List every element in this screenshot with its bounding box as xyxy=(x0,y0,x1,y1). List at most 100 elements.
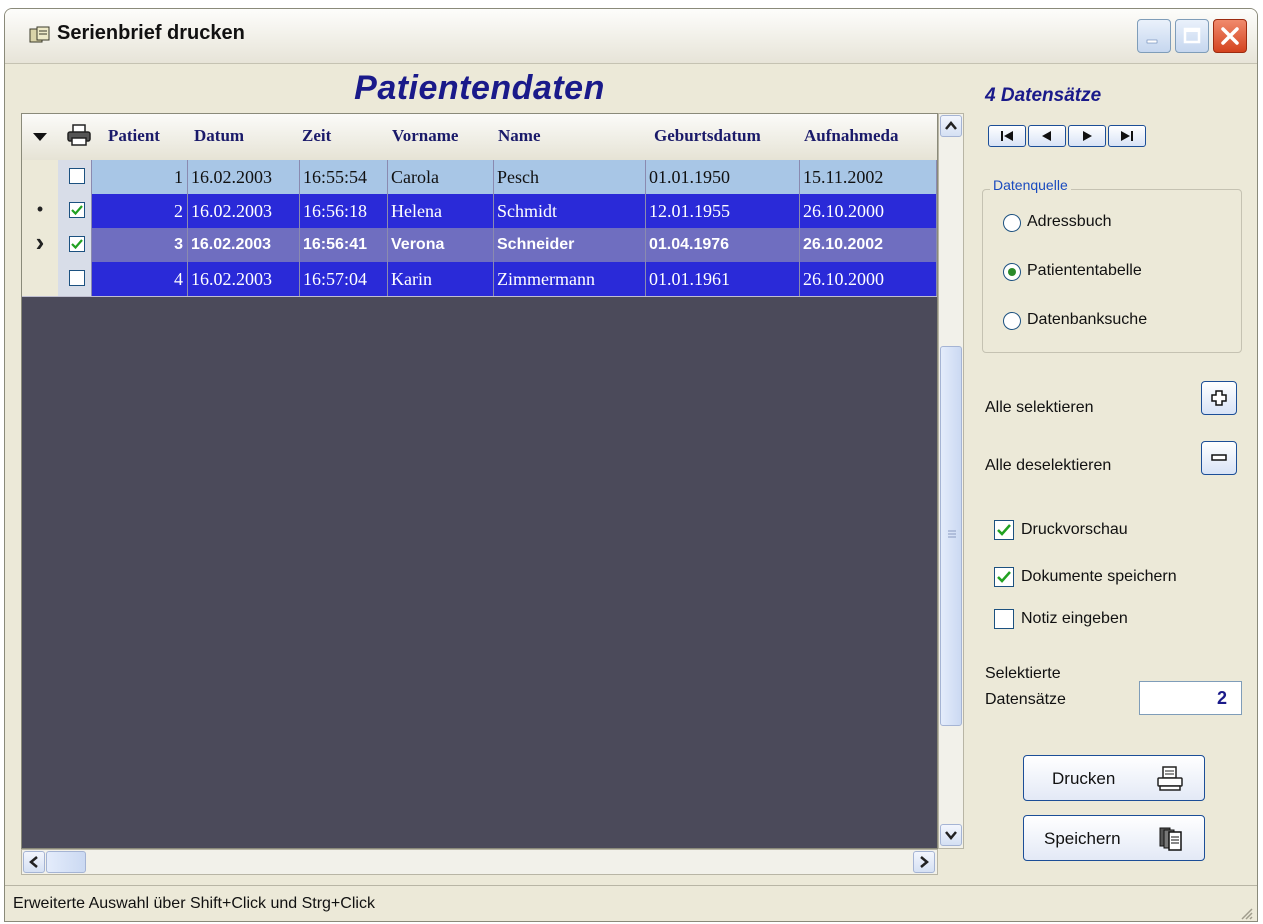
data-grid[interactable]: Patient Datum Zeit Vorname Name Geburtsd… xyxy=(21,113,938,849)
cell-aufnahmedatum[interactable]: 26.10.2002 xyxy=(800,228,937,262)
cell-zeit[interactable]: 16:57:04 xyxy=(300,262,388,296)
cell-aufnahmedatum[interactable]: 15.11.2002 xyxy=(800,160,937,194)
cell-patient[interactable]: 1 xyxy=(92,160,188,194)
minimize-icon xyxy=(1146,39,1158,44)
scroll-up-button[interactable] xyxy=(940,115,962,137)
cell-datum[interactable]: 16.02.2003 xyxy=(188,160,300,194)
radio-label-patiententabelle[interactable]: Patiententabelle xyxy=(1027,262,1142,280)
grid-header: Patient Datum Zeit Vorname Name Geburtsd… xyxy=(22,114,937,161)
last-record-button[interactable] xyxy=(1108,125,1146,147)
cell-aufnahmedatum[interactable]: 26.10.2000 xyxy=(800,262,937,296)
minus-icon xyxy=(1211,454,1227,461)
deselect-all-label: Alle deselektieren xyxy=(985,457,1112,474)
column-header-vorname[interactable]: Vorname xyxy=(392,126,458,146)
table-row[interactable]: • 2 16.02.2003 16:56:18 Helena Schmidt 12.01.1… xyxy=(22,194,937,229)
cell-vorname[interactable]: Verona xyxy=(388,228,494,262)
radio-adressbuch[interactable] xyxy=(1003,214,1021,232)
scroll-up-icon xyxy=(945,121,957,130)
cell-vorname[interactable]: Carola xyxy=(388,160,494,194)
row-print-checkbox[interactable] xyxy=(69,236,85,252)
cell-vorname[interactable]: Karin xyxy=(388,262,494,296)
table-row[interactable]: › 3 16.02.2003 16:56:41 Verona Schneider 01.04… xyxy=(22,227,937,263)
cell-name[interactable]: Schneider xyxy=(494,228,646,262)
checkbox-druckvorschau[interactable] xyxy=(994,520,1014,540)
save-button-label: Speichern xyxy=(1044,829,1121,848)
cell-name[interactable]: Zimmermann xyxy=(494,262,646,296)
checkbox-label-druckvorschau[interactable]: Druckvorschau xyxy=(1021,521,1128,539)
column-header-aufnahmedatum[interactable]: Aufnahmeda xyxy=(804,126,898,146)
select-all-button[interactable] xyxy=(1201,381,1237,415)
size-grip-icon[interactable] xyxy=(1239,906,1253,920)
close-button[interactable] xyxy=(1213,19,1247,53)
first-record-icon xyxy=(1001,131,1013,141)
checkbox-dokumente-speichern[interactable] xyxy=(994,567,1014,587)
cell-geburtsdatum[interactable]: 01.01.1961 xyxy=(646,262,800,296)
cell-datum[interactable]: 16.02.2003 xyxy=(188,262,300,296)
column-header-name[interactable]: Name xyxy=(498,126,540,146)
window-title: Serienbrief drucken xyxy=(57,22,245,44)
horizontal-scrollbar[interactable] xyxy=(21,849,938,875)
scroll-left-button[interactable] xyxy=(23,851,45,873)
cell-patient[interactable]: 3 xyxy=(92,228,188,262)
save-button[interactable]: Speichern xyxy=(1023,815,1205,861)
maximize-button[interactable] xyxy=(1175,19,1209,53)
prev-record-button[interactable] xyxy=(1028,125,1066,147)
deselect-all-button[interactable] xyxy=(1201,441,1237,475)
cell-aufnahmedatum[interactable]: 26.10.2000 xyxy=(800,194,937,228)
cell-patient[interactable]: 2 xyxy=(92,194,188,228)
scroll-right-button[interactable] xyxy=(913,851,935,873)
dropdown-arrow-icon[interactable] xyxy=(32,131,48,143)
row-indicator[interactable] xyxy=(22,160,59,194)
grid-caption: Patientendaten xyxy=(354,69,605,107)
close-icon xyxy=(1221,27,1239,45)
vertical-scroll-thumb[interactable] xyxy=(940,346,962,726)
column-header-datum[interactable]: Datum xyxy=(194,126,244,146)
minimize-button[interactable] xyxy=(1137,19,1171,53)
cell-patient[interactable]: 4 xyxy=(92,262,188,296)
cell-name[interactable]: Pesch xyxy=(494,160,646,194)
row-print-checkbox[interactable] xyxy=(69,202,85,218)
cell-zeit[interactable]: 16:56:41 xyxy=(300,228,388,262)
selected-records-count: 2 xyxy=(1139,681,1242,715)
table-row[interactable]: 4 16.02.2003 16:57:04 Karin Zimmermann 01.01.… xyxy=(22,262,937,297)
cell-geburtsdatum[interactable]: 12.01.1955 xyxy=(646,194,800,228)
radio-label-datenbanksuche[interactable]: Datenbanksuche xyxy=(1027,311,1147,329)
first-record-button[interactable] xyxy=(988,125,1026,147)
checkmark-icon xyxy=(71,205,83,216)
select-all-label: Alle selektieren xyxy=(985,399,1094,416)
horizontal-scroll-thumb[interactable] xyxy=(46,851,86,873)
next-record-button[interactable] xyxy=(1068,125,1106,147)
cell-geburtsdatum[interactable]: 01.01.1950 xyxy=(646,160,800,194)
cell-zeit[interactable]: 16:55:54 xyxy=(300,160,388,194)
scroll-down-button[interactable] xyxy=(940,824,962,846)
vertical-scrollbar[interactable] xyxy=(938,113,964,849)
cell-datum[interactable]: 16.02.2003 xyxy=(188,228,300,262)
cell-name[interactable]: Schmidt xyxy=(494,194,646,228)
column-header-zeit[interactable]: Zeit xyxy=(302,126,331,146)
row-indicator[interactable] xyxy=(22,262,59,296)
table-row[interactable]: 1 16.02.2003 16:55:54 Carola Pesch 01.01.1950… xyxy=(22,160,937,195)
radio-datenbanksuche[interactable] xyxy=(1003,312,1021,330)
print-button[interactable]: Drucken xyxy=(1023,755,1205,801)
radio-label-adressbuch[interactable]: Adressbuch xyxy=(1027,213,1112,231)
checkbox-label-notiz-eingeben[interactable]: Notiz eingeben xyxy=(1021,610,1128,628)
row-indicator[interactable]: • xyxy=(22,194,59,228)
row-print-checkbox[interactable] xyxy=(69,168,85,184)
radio-patiententabelle[interactable] xyxy=(1003,263,1021,281)
checkbox-label-dokumente-speichern[interactable]: Dokumente speichern xyxy=(1021,568,1177,586)
cell-zeit[interactable]: 16:56:18 xyxy=(300,194,388,228)
column-header-patient[interactable]: Patient xyxy=(108,126,160,146)
checkbox-notiz-eingeben[interactable] xyxy=(994,609,1014,629)
cell-datum[interactable]: 16.02.2003 xyxy=(188,194,300,228)
scroll-right-icon xyxy=(920,856,929,868)
column-header-geburtsdatum[interactable]: Geburtsdatum xyxy=(654,126,761,146)
row-print-checkbox[interactable] xyxy=(69,270,85,286)
row-indicator[interactable]: › xyxy=(22,227,59,262)
printer-icon xyxy=(1157,766,1183,791)
record-count: 4 Datensätze xyxy=(985,85,1102,106)
cell-vorname[interactable]: Helena xyxy=(388,194,494,228)
selected-records-label-line1: Selektierte xyxy=(985,665,1061,682)
datasource-legend: Datenquelle xyxy=(990,177,1071,193)
title-bar[interactable]: Serienbrief drucken xyxy=(5,9,1257,64)
cell-geburtsdatum[interactable]: 01.04.1976 xyxy=(646,228,800,262)
